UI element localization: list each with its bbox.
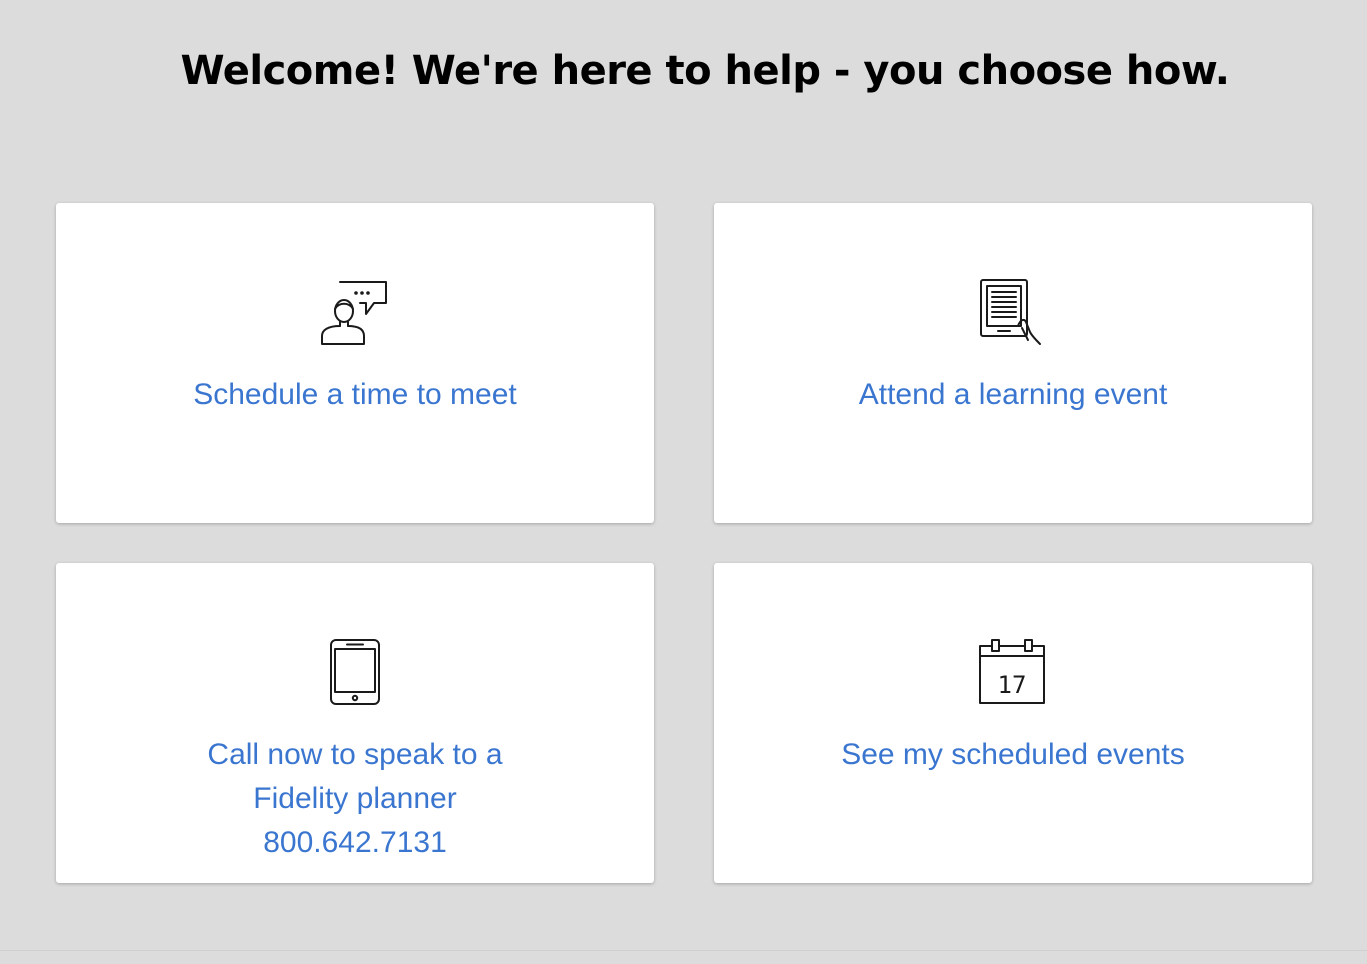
learning-event-link[interactable]: Attend a learning event: [714, 373, 1312, 417]
call-planner-line-1: Call now to speak to a: [207, 738, 503, 771]
call-planner-card[interactable]: Call now to speak to a Fidelity planner …: [56, 563, 654, 883]
calendar-icon: 17: [978, 638, 1048, 708]
planner-phone-number[interactable]: 800.642.7131: [56, 821, 654, 865]
schedule-meeting-card[interactable]: Schedule a time to meet: [56, 203, 654, 523]
learning-event-card[interactable]: Attend a learning event: [714, 203, 1312, 523]
schedule-meeting-label: Schedule a time to meet: [193, 378, 517, 411]
calendar-day-number: 17: [998, 671, 1027, 699]
page-title: Welcome! We're here to help - you choose…: [180, 48, 1230, 94]
scheduled-events-link[interactable]: See my scheduled events: [714, 733, 1312, 777]
tablet-reader-icon: [978, 278, 1048, 348]
phone-icon: [320, 638, 390, 708]
learning-event-label: Attend a learning event: [858, 378, 1168, 411]
footer-divider: [0, 950, 1367, 951]
call-planner-link[interactable]: Call now to speak to a Fidelity planner …: [56, 733, 654, 865]
call-planner-line-2: Fidelity planner: [253, 782, 457, 815]
schedule-meeting-link[interactable]: Schedule a time to meet: [56, 373, 654, 417]
scheduled-events-card[interactable]: 17 See my scheduled events: [714, 563, 1312, 883]
scheduled-events-label: See my scheduled events: [841, 738, 1185, 771]
person-chat-icon: [320, 278, 390, 348]
